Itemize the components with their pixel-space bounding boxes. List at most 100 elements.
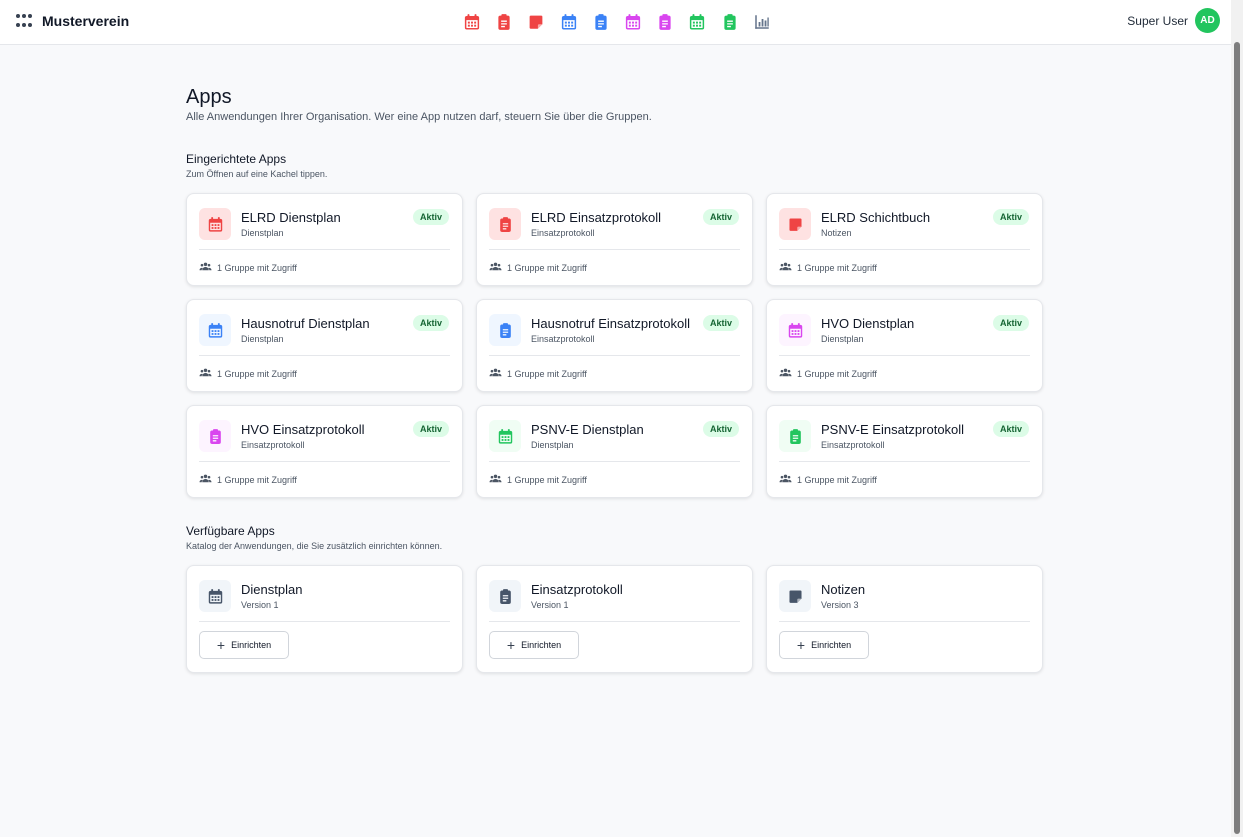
access-count: 1 Gruppe mit Zugriff bbox=[217, 474, 297, 485]
calendar-icon[interactable] bbox=[463, 13, 481, 31]
calendar-icon bbox=[199, 208, 231, 240]
catalog-card-version: Version 3 bbox=[821, 600, 859, 610]
users-icon bbox=[489, 472, 507, 487]
status-badge: Aktiv bbox=[702, 421, 739, 437]
setup-button[interactable]: + Einrichten bbox=[489, 631, 579, 659]
app-card-type: Dienstplan bbox=[241, 334, 284, 344]
available-section-header: Verfügbare Apps Katalog der Anwendungen,… bbox=[186, 524, 442, 551]
card-footer: 1 Gruppe mit Zugriff bbox=[199, 366, 297, 381]
avatar[interactable]: AD bbox=[1195, 8, 1220, 33]
status-badge: Aktiv bbox=[702, 209, 739, 225]
access-count: 1 Gruppe mit Zugriff bbox=[797, 368, 877, 379]
app-card[interactable]: PSNV-E Dienstplan Dienstplan Aktiv 1 Gruppe… bbox=[476, 405, 753, 498]
card-divider bbox=[779, 621, 1030, 622]
app-card-title: ELRD Schichtbuch bbox=[821, 210, 931, 225]
user-menu[interactable]: Super User AD bbox=[1127, 8, 1220, 33]
clipboard-icon[interactable] bbox=[592, 13, 610, 31]
sticky-note-icon bbox=[779, 208, 811, 240]
app-card[interactable]: ELRD Schichtbuch Notizen Aktiv 1 Gruppe mit… bbox=[766, 193, 1043, 286]
card-footer: 1 Gruppe mit Zugriff bbox=[489, 472, 587, 487]
card-footer: 1 Gruppe mit Zugriff bbox=[199, 260, 297, 275]
app-card-type: Einsatzprotokoll bbox=[821, 440, 885, 450]
catalog-card: Notizen Version 3 + Einrichten bbox=[766, 565, 1043, 673]
card-footer: 1 Gruppe mit Zugriff bbox=[779, 472, 877, 487]
status-badge: Aktiv bbox=[992, 421, 1029, 437]
scrollbar[interactable] bbox=[1231, 0, 1243, 837]
card-footer: 1 Gruppe mit Zugriff bbox=[489, 366, 587, 381]
access-count: 1 Gruppe mit Zugriff bbox=[217, 368, 297, 379]
users-icon bbox=[199, 366, 217, 381]
users-icon bbox=[489, 366, 507, 381]
app-launcher-icon[interactable] bbox=[16, 14, 32, 30]
setup-button[interactable]: + Einrichten bbox=[779, 631, 869, 659]
status-badge: Aktiv bbox=[412, 315, 449, 331]
clipboard-icon bbox=[489, 208, 521, 240]
installed-section-title: Eingerichtete Apps bbox=[186, 152, 287, 166]
card-divider bbox=[199, 621, 450, 622]
plus-icon: + bbox=[216, 637, 226, 653]
app-card[interactable]: HVO Dienstplan Dienstplan Aktiv 1 Gruppe mi… bbox=[766, 299, 1043, 392]
app-card[interactable]: Hausnotruf Einsatzprotokoll Einsatzprotok… bbox=[476, 299, 753, 392]
setup-button[interactable]: + Einrichten bbox=[199, 631, 289, 659]
status-badge: Aktiv bbox=[412, 421, 449, 437]
app-card[interactable]: PSNV-E Einsatzprotokoll Einsatzprotokoll A… bbox=[766, 405, 1043, 498]
app-card-type: Dienstplan bbox=[531, 440, 574, 450]
chart-icon[interactable] bbox=[753, 13, 771, 31]
app-card-type: Notizen bbox=[821, 228, 852, 238]
scrollbar-thumb[interactable] bbox=[1234, 42, 1240, 834]
card-divider bbox=[779, 249, 1030, 250]
access-count: 1 Gruppe mit Zugriff bbox=[507, 474, 587, 485]
clipboard-icon[interactable] bbox=[656, 13, 674, 31]
app-shortcut-bar bbox=[463, 13, 785, 31]
app-card-title: HVO Dienstplan bbox=[821, 316, 915, 331]
card-divider bbox=[199, 249, 450, 250]
card-divider bbox=[199, 355, 450, 356]
app-card-type: Einsatzprotokoll bbox=[531, 334, 595, 344]
app-card-title: Hausnotruf Dienstplan bbox=[241, 316, 370, 331]
available-section-title: Verfügbare Apps bbox=[186, 524, 275, 538]
status-badge: Aktiv bbox=[992, 315, 1029, 331]
catalog-card-version: Version 1 bbox=[241, 600, 279, 610]
users-icon bbox=[779, 472, 797, 487]
calendar-icon[interactable] bbox=[560, 13, 578, 31]
plus-icon: + bbox=[796, 637, 806, 653]
catalog-card: Einsatzprotokoll Version 1 + Einrichten bbox=[476, 565, 753, 673]
available-apps-grid: Dienstplan Version 1 + Einrichten Einsatzpro… bbox=[186, 565, 1043, 673]
calendar-icon[interactable] bbox=[624, 13, 642, 31]
organization-name[interactable]: Musterverein bbox=[42, 13, 129, 29]
card-footer: 1 Gruppe mit Zugriff bbox=[779, 366, 877, 381]
app-card-title: HVO Einsatzprotokoll bbox=[241, 422, 365, 437]
catalog-card: Dienstplan Version 1 + Einrichten bbox=[186, 565, 463, 673]
access-count: 1 Gruppe mit Zugriff bbox=[507, 368, 587, 379]
access-count: 1 Gruppe mit Zugriff bbox=[797, 262, 877, 273]
app-card[interactable]: Hausnotruf Dienstplan Dienstplan Aktiv 1 Gr… bbox=[186, 299, 463, 392]
card-footer: 1 Gruppe mit Zugriff bbox=[199, 472, 297, 487]
calendar-icon bbox=[199, 580, 231, 612]
clipboard-icon[interactable] bbox=[721, 13, 739, 31]
app-card[interactable]: HVO Einsatzprotokoll Einsatzprotokoll Akti… bbox=[186, 405, 463, 498]
card-divider bbox=[199, 461, 450, 462]
app-card-title: Hausnotruf Einsatzprotokoll bbox=[531, 316, 690, 331]
app-card[interactable]: ELRD Einsatzprotokoll Einsatzprotokoll Akt… bbox=[476, 193, 753, 286]
catalog-card-title: Einsatzprotokoll bbox=[531, 582, 623, 597]
users-icon bbox=[199, 260, 217, 275]
calendar-icon[interactable] bbox=[688, 13, 706, 31]
app-card-title: ELRD Einsatzprotokoll bbox=[531, 210, 662, 225]
sticky-note-icon bbox=[779, 580, 811, 612]
sticky-note-icon[interactable] bbox=[527, 13, 545, 31]
page-subtitle: Alle Anwendungen Ihrer Organisation. Wer… bbox=[186, 111, 652, 123]
card-divider bbox=[489, 621, 740, 622]
card-divider bbox=[489, 355, 740, 356]
users-icon bbox=[199, 472, 217, 487]
clipboard-icon bbox=[199, 420, 231, 452]
status-badge: Aktiv bbox=[992, 209, 1029, 225]
user-name[interactable]: Super User bbox=[1127, 14, 1188, 28]
app-card[interactable]: ELRD Dienstplan Dienstplan Aktiv 1 Gruppe m… bbox=[186, 193, 463, 286]
app-card-title: PSNV-E Einsatzprotokoll bbox=[821, 422, 965, 437]
calendar-icon bbox=[489, 420, 521, 452]
card-divider bbox=[489, 461, 740, 462]
clipboard-icon[interactable] bbox=[495, 13, 513, 31]
setup-button-label: Einrichten bbox=[231, 640, 272, 650]
app-card-type: Einsatzprotokoll bbox=[531, 228, 595, 238]
page-title: Apps bbox=[186, 86, 232, 108]
